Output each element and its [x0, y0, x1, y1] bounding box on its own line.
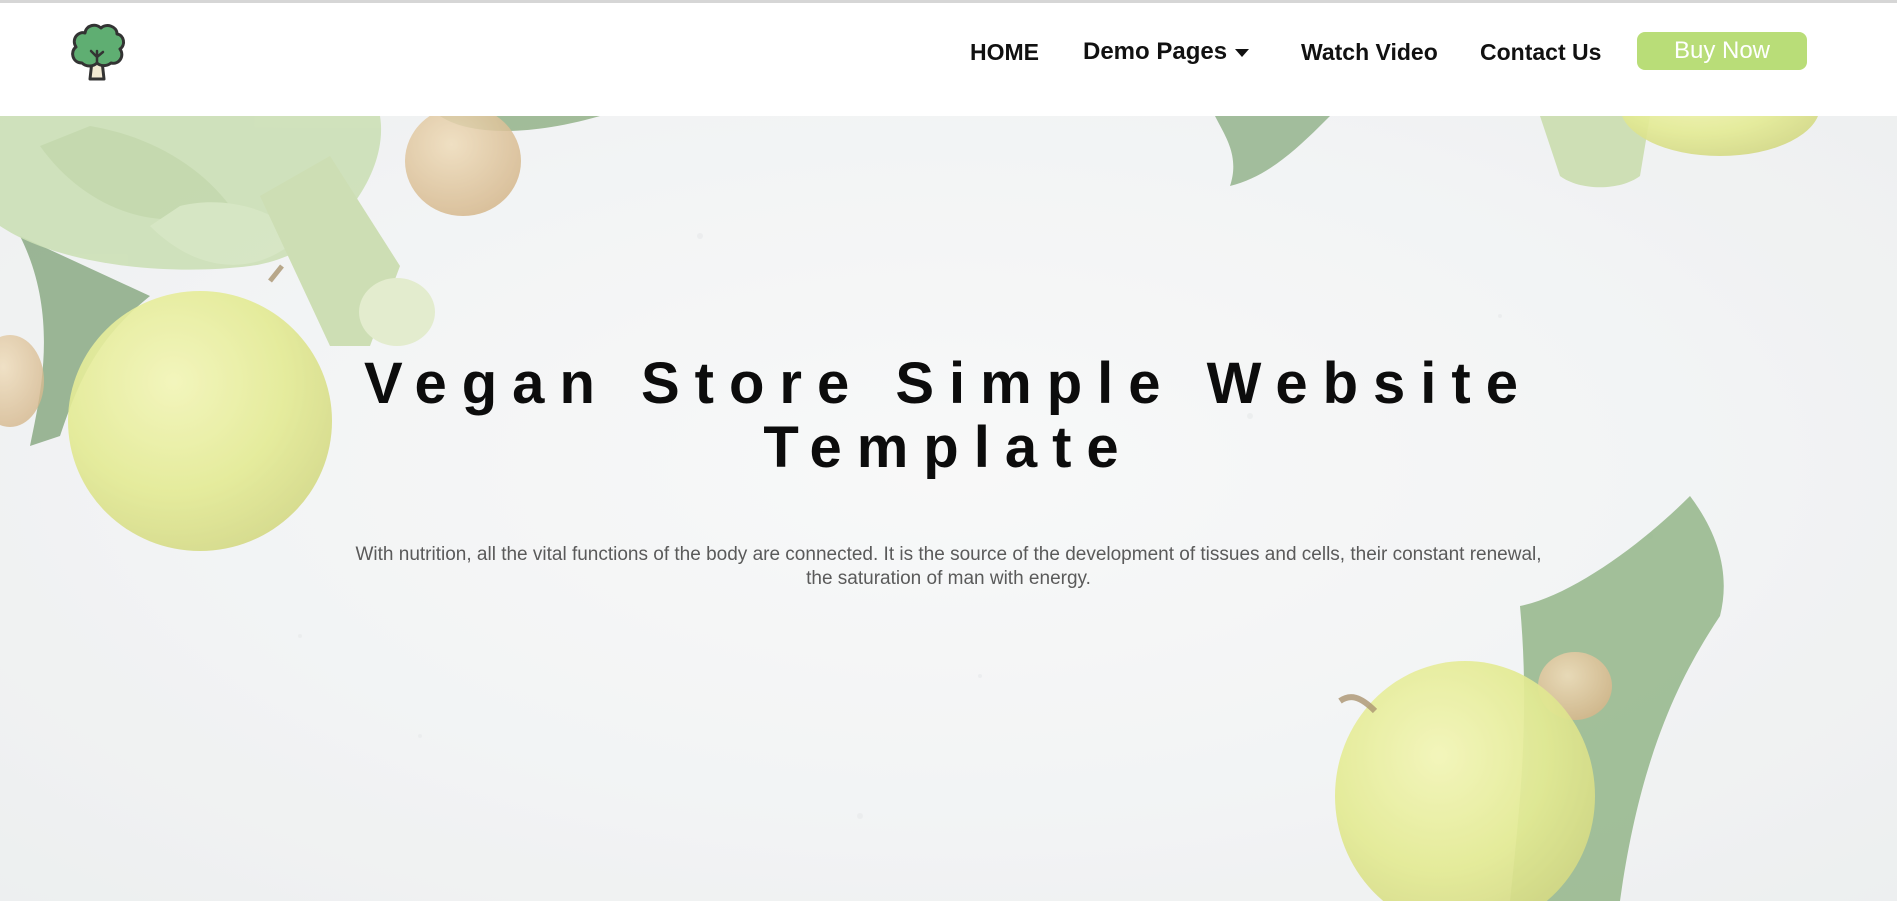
hero-section: Vegan Store Simple Website Template With… — [0, 116, 1897, 901]
nav-demo-pages-label: Demo Pages — [1083, 38, 1228, 65]
hero-background-image — [0, 116, 1897, 901]
nav-demo-pages[interactable]: Demo Pages — [1083, 38, 1250, 66]
nav-home[interactable]: HOME — [970, 38, 1039, 66]
main-navigation: HOME Demo Pages Watch Video Contact Us B… — [0, 3, 1897, 116]
hero-description: With nutrition, all the vital functions … — [300, 543, 1597, 591]
nav-watch-video[interactable]: Watch Video — [1301, 38, 1438, 66]
hero-description-line-2: the saturation of man with energy. — [806, 568, 1091, 589]
site-header: HOME Demo Pages Watch Video Contact Us B… — [0, 3, 1897, 116]
buy-now-button[interactable]: Buy Now — [1637, 32, 1807, 70]
hero-title-line-1: Vegan Store Simple Website — [364, 351, 1533, 416]
hero-title-line-2: Template — [763, 415, 1134, 480]
hero-title: Vegan Store Simple Website Template — [0, 352, 1897, 480]
caret-down-icon — [1235, 49, 1250, 57]
hero-description-line-1: With nutrition, all the vital functions … — [355, 544, 1542, 565]
nav-contact-us[interactable]: Contact Us — [1480, 38, 1601, 66]
